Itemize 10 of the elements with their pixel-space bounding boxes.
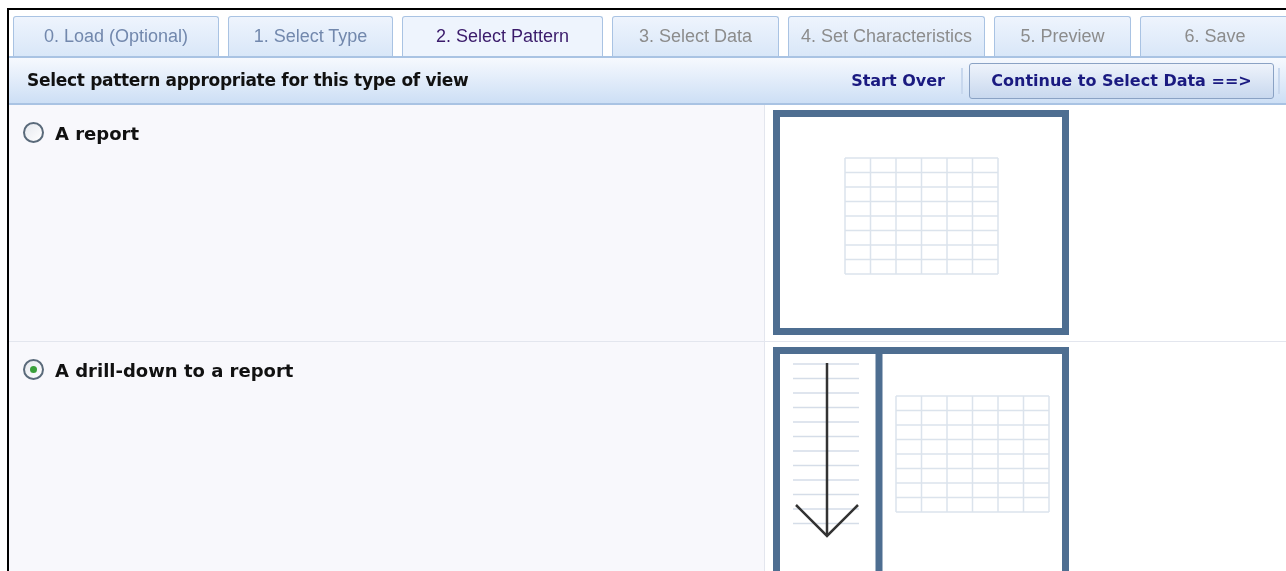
- instruction-text: Select pattern appropriate for this type of view: [27, 68, 469, 92]
- start-over-link[interactable]: Start Over: [851, 68, 945, 93]
- continue-button[interactable]: Continue to Select Data ==>: [969, 62, 1274, 99]
- radio-button[interactable]: [23, 359, 44, 380]
- tab[interactable]: 0. Load (Optional): [13, 16, 219, 56]
- option-label: A report: [55, 122, 139, 146]
- radio-button[interactable]: [23, 122, 44, 143]
- option-label: A drill-down to a report: [55, 359, 294, 383]
- tab[interactable]: 1. Select Type: [228, 16, 393, 56]
- tab[interactable]: 2. Select Pattern: [402, 16, 603, 56]
